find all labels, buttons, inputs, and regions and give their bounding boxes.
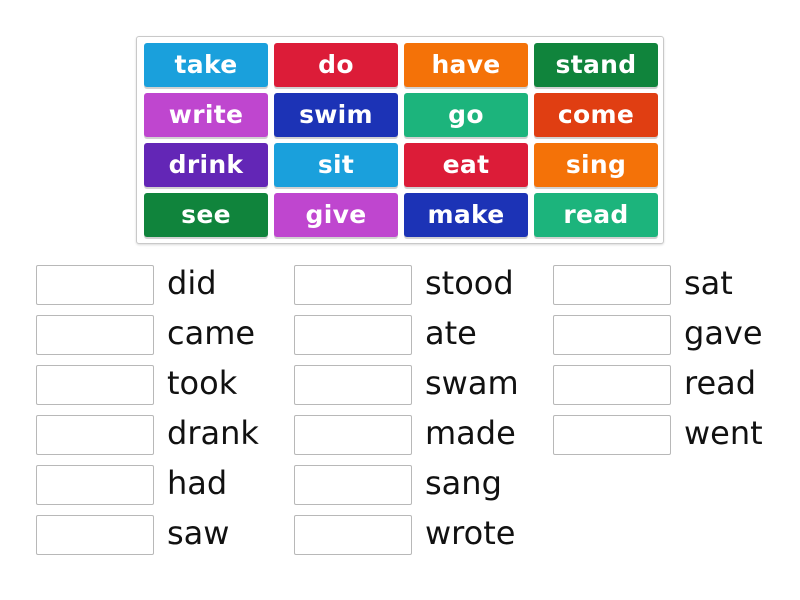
past-tense-label: had [167,464,228,502]
past-tense-label: made [425,414,516,452]
drop-slot-sat[interactable] [553,265,671,305]
word-tile-take[interactable]: take [144,43,268,87]
drop-slot-took[interactable] [36,365,154,405]
past-tense-label: drank [167,414,259,452]
word-tile-read[interactable]: read [534,193,658,237]
drop-slot-did[interactable] [36,265,154,305]
past-tense-label: did [167,264,217,302]
drop-slot-swam[interactable] [294,365,412,405]
past-tense-label: went [684,414,763,452]
word-tile-come[interactable]: come [534,93,658,137]
word-bank: take do have stand write swim go come drink sit ea… [136,36,664,244]
word-tile-give[interactable]: give [274,193,398,237]
word-tile-sit[interactable]: sit [274,143,398,187]
drop-slot-came[interactable] [36,315,154,355]
drop-slot-wrote[interactable] [294,515,412,555]
word-tile-sing[interactable]: sing [534,143,658,187]
past-tense-label: ate [425,314,477,352]
past-tense-label: sat [684,264,733,302]
word-tile-make[interactable]: make [404,193,528,237]
past-tense-label: gave [684,314,763,352]
past-tense-label: saw [167,514,230,552]
word-tile-have[interactable]: have [404,43,528,87]
drop-slot-went[interactable] [553,415,671,455]
past-tense-label: came [167,314,256,352]
word-tile-drink[interactable]: drink [144,143,268,187]
drop-slot-read[interactable] [553,365,671,405]
past-tense-label: wrote [425,514,516,552]
word-tile-go[interactable]: go [404,93,528,137]
drop-slot-stood[interactable] [294,265,412,305]
drop-slot-had[interactable] [36,465,154,505]
drop-slot-ate[interactable] [294,315,412,355]
drop-slot-saw[interactable] [36,515,154,555]
past-tense-label: swam [425,364,519,402]
past-tense-label: stood [425,264,514,302]
word-tile-see[interactable]: see [144,193,268,237]
past-tense-label: took [167,364,238,402]
drop-slot-made[interactable] [294,415,412,455]
past-tense-label: sang [425,464,502,502]
drop-slot-drank[interactable] [36,415,154,455]
word-tile-write[interactable]: write [144,93,268,137]
drop-slot-gave[interactable] [553,315,671,355]
word-tile-swim[interactable]: swim [274,93,398,137]
word-tile-do[interactable]: do [274,43,398,87]
past-tense-label: read [684,364,757,402]
drop-slot-sang[interactable] [294,465,412,505]
word-tile-eat[interactable]: eat [404,143,528,187]
word-tile-stand[interactable]: stand [534,43,658,87]
